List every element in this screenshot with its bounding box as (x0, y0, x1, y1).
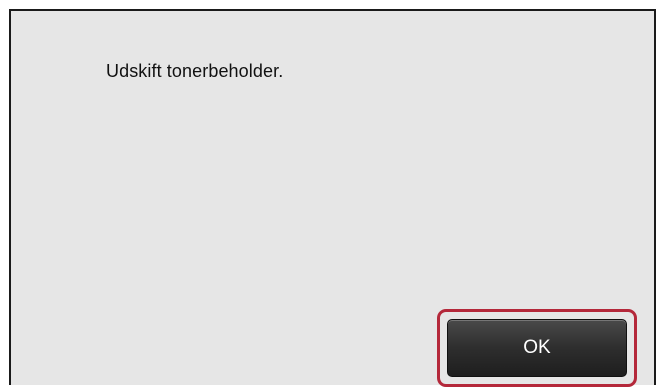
dialog-message: Udskift tonerbeholder. (106, 61, 284, 81)
ok-button-focus-ring: OK (437, 309, 637, 387)
message-dialog: Udskift tonerbeholder. OK (9, 9, 656, 387)
screen: Udskift tonerbeholder. OK (0, 0, 666, 389)
ok-button[interactable]: OK (447, 319, 627, 377)
